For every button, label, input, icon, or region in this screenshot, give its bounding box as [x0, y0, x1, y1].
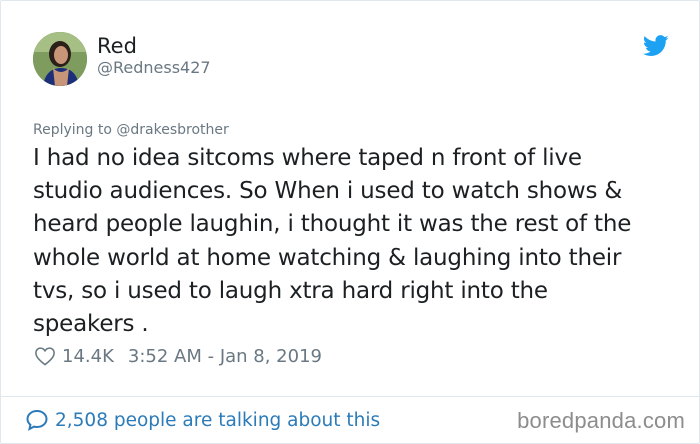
tweet-meta: 14.4K 3:52 AM - Jan 8, 2019: [34, 344, 322, 368]
tweet-card: Red @Redness427 Replying to @drakesbroth…: [0, 0, 700, 444]
heart-icon[interactable]: [34, 346, 56, 366]
timestamp[interactable]: 3:52 AM - Jan 8, 2019: [128, 346, 322, 367]
avatar[interactable]: [33, 32, 87, 86]
speech-bubble-icon: [26, 409, 48, 431]
like-count[interactable]: 14.4K: [62, 346, 114, 367]
watermark: boredpanda.com: [517, 408, 685, 433]
replying-to[interactable]: Replying to @drakesbrother: [33, 121, 229, 139]
tweet-text: I had no idea sitcoms where taped n fron…: [33, 145, 632, 338]
divider: [1, 396, 699, 397]
talking-text[interactable]: 2,508 people are talking about this: [55, 410, 380, 431]
author-display-name[interactable]: Red: [97, 34, 137, 58]
twitter-bird-icon[interactable]: [642, 35, 669, 57]
author-handle[interactable]: @Redness427: [97, 58, 211, 78]
conversation-link[interactable]: 2,508 people are talking about this: [25, 407, 380, 433]
